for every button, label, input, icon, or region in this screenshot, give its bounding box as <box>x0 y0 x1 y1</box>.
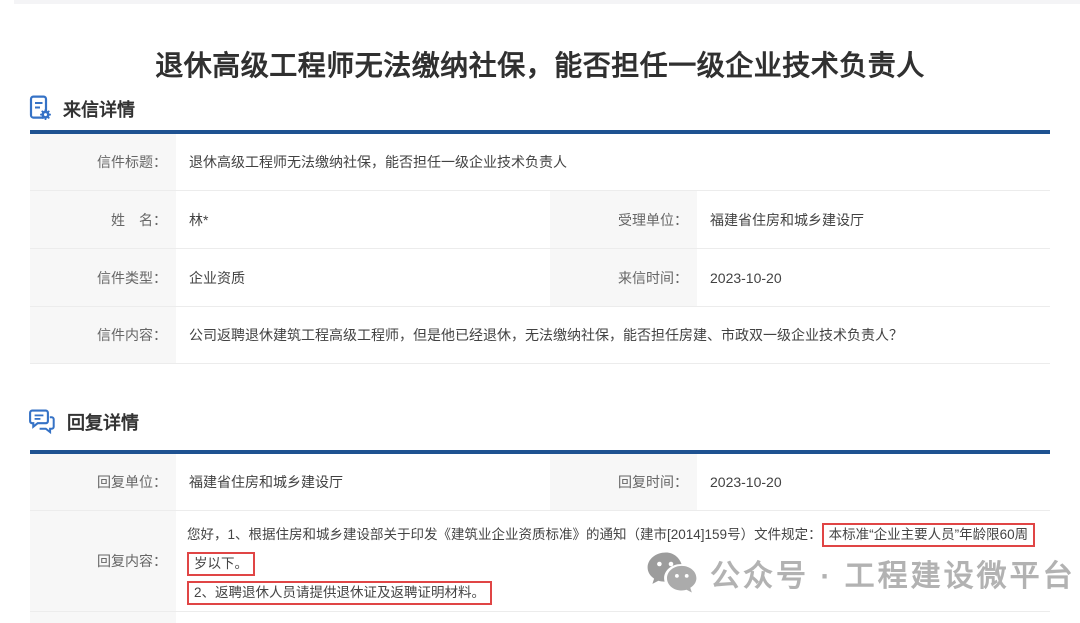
field-value-accepting-unit: 福建省住房和城乡建设厅 <box>697 191 1050 249</box>
letter-detail-table: 信件标题： 退休高级工程师无法缴纳社保，能否担任一级企业技术负责人 姓 名： 林… <box>30 130 1050 364</box>
reply-text-plain: 您好，1、根据住房和城乡建设部关于印发《建筑业企业资质标准》的通知（建市[201… <box>187 527 822 542</box>
field-value-subject: 退休高级工程师无法缴纳社保，能否担任一级企业技术负责人 <box>176 134 1050 191</box>
document-gear-icon <box>28 95 52 122</box>
top-divider <box>14 0 1080 4</box>
reply-section-header: 回复详情 <box>28 409 139 435</box>
field-label-reply-content: 回复内容： <box>30 511 176 612</box>
field-label-name: 姓 名： <box>30 191 176 249</box>
field-label-empty <box>30 612 176 623</box>
field-label-reply-date: 回复时间： <box>550 454 697 511</box>
reply-content-line-3: 2、返聘退休人员请提供退休证及返聘证明材料。 <box>187 578 492 607</box>
page-title: 退休高级工程师无法缴纳社保，能否担任一级企业技术负责人 <box>0 44 1080 84</box>
field-value-letter-date: 2023-10-20 <box>697 249 1050 307</box>
letter-reply-detail-page: 退休高级工程师无法缴纳社保，能否担任一级企业技术负责人 来信详情 信件标题： 退 <box>0 0 1080 623</box>
letter-section-header: 来信详情 <box>28 95 135 122</box>
field-label-accepting-unit: 受理单位： <box>550 191 697 249</box>
reply-content-line-1: 您好，1、根据住房和城乡建设部关于印发《建筑业企业资质标准》的通知（建市[201… <box>187 520 1035 549</box>
reply-detail-table: 回复单位： 福建省住房和城乡建设厅 回复时间： 2023-10-20 回复内容：… <box>30 450 1050 623</box>
letter-section-title: 来信详情 <box>63 96 135 122</box>
field-value-reply-date: 2023-10-20 <box>697 454 1050 511</box>
reply-content-line-2: 岁以下。 <box>187 549 255 578</box>
field-label-subject: 信件标题： <box>30 134 176 191</box>
field-value-reply-content: 您好，1、根据住房和城乡建设部关于印发《建筑业企业资质标准》的通知（建市[201… <box>176 511 1050 612</box>
field-label-letter-type: 信件类型： <box>30 249 176 307</box>
field-value-letter-type: 企业资质 <box>176 249 550 307</box>
field-label-letter-date: 来信时间： <box>550 249 697 307</box>
field-value-letter-content: 公司返聘退休建筑工程高级工程师，但是他已经退休，无法缴纳社保，能否担任房建、市政… <box>176 307 1050 364</box>
reply-text-highlight-1: 本标准“企业主要人员”年龄限60周 <box>822 523 1036 547</box>
field-label-letter-content: 信件内容： <box>30 307 176 364</box>
reply-text-highlight-2: 岁以下。 <box>187 552 255 576</box>
field-label-reply-unit: 回复单位： <box>30 454 176 511</box>
field-value-name: 林* <box>176 191 550 249</box>
field-value-empty <box>176 612 1050 623</box>
chat-bubbles-icon <box>28 409 56 435</box>
reply-text-highlight-3: 2、返聘退休人员请提供退休证及返聘证明材料。 <box>187 581 492 605</box>
field-value-reply-unit: 福建省住房和城乡建设厅 <box>176 454 550 511</box>
reply-section-title: 回复详情 <box>67 409 139 435</box>
